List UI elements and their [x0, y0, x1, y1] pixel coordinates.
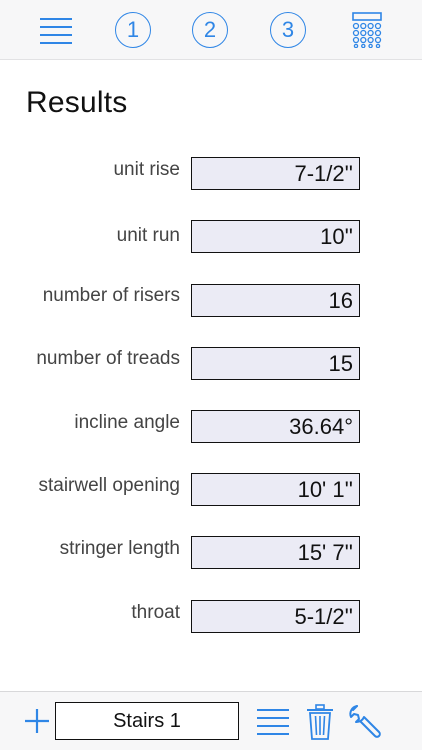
- number-of-treads-label: number of treads: [36, 348, 180, 369]
- calculator-keypad-icon: [352, 12, 382, 48]
- unit-rise-label: unit rise: [113, 159, 180, 180]
- incline-angle-label: incline angle: [74, 412, 180, 433]
- plus-icon: [25, 709, 49, 733]
- step-3-button[interactable]: 3: [266, 8, 310, 52]
- unit-run-value: 10'': [191, 220, 360, 253]
- stairwell-opening-value: 10' 1'': [191, 473, 360, 506]
- throat-label: throat: [131, 602, 180, 623]
- unit-rise-value: 7-1/2'': [191, 157, 360, 190]
- step-1-icon: 1: [115, 12, 151, 48]
- unit-run-label: unit run: [116, 225, 180, 246]
- stringer-length-label: stringer length: [59, 538, 180, 559]
- menu-button[interactable]: [34, 8, 78, 52]
- calculator-button[interactable]: [345, 8, 389, 52]
- page-title: Results: [26, 86, 128, 119]
- stairwell-opening-label: stairwell opening: [38, 475, 180, 496]
- wrench-icon: [349, 705, 381, 738]
- number-of-risers-label: number of risers: [42, 285, 180, 306]
- step-2-button[interactable]: 2: [188, 8, 232, 52]
- bottom-toolbar: Stairs 1: [0, 691, 422, 750]
- project-name-field[interactable]: Stairs 1: [55, 702, 239, 740]
- step-2-icon: 2: [192, 12, 228, 48]
- trash-icon: [307, 704, 333, 740]
- delete-button[interactable]: [304, 702, 336, 742]
- add-button[interactable]: [22, 706, 52, 736]
- list-icon: [257, 709, 289, 735]
- step-1-button[interactable]: 1: [111, 8, 155, 52]
- stringer-length-value: 15' 7'': [191, 536, 360, 569]
- throat-value: 5-1/2'': [191, 600, 360, 633]
- number-of-treads-value: 15: [191, 347, 360, 380]
- top-toolbar: 1 2 3: [0, 0, 422, 60]
- settings-button[interactable]: [346, 702, 386, 742]
- hamburger-menu-icon: [40, 18, 72, 44]
- list-button[interactable]: [254, 704, 292, 740]
- step-3-icon: 3: [270, 12, 306, 48]
- number-of-risers-value: 16: [191, 284, 360, 317]
- incline-angle-value: 36.64°: [191, 410, 360, 443]
